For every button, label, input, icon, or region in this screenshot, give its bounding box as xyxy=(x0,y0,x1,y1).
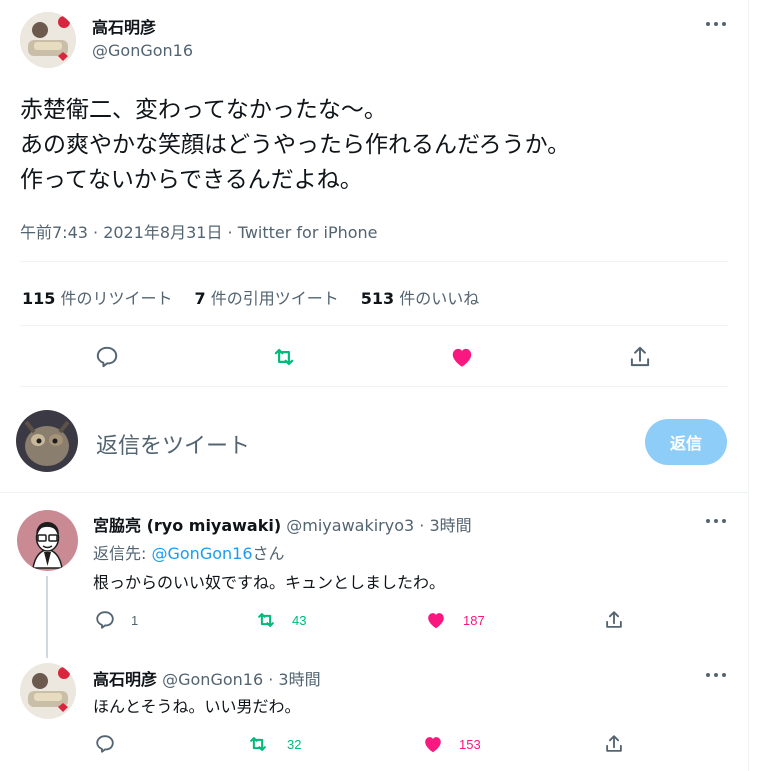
reply-author-avatar[interactable] xyxy=(17,510,78,571)
share-icon[interactable] xyxy=(627,343,653,371)
quotes-stat[interactable]: 7 件の引用ツイート xyxy=(195,285,339,309)
reply-header: 高石明彦 @GonGon16 · 3時間 xyxy=(93,666,321,690)
author-handle[interactable]: @GonGon16 xyxy=(92,41,193,60)
quotes-count: 7 xyxy=(194,289,206,308)
retweet-count: 32 xyxy=(287,737,302,752)
reply-to-handle[interactable]: @GonGon16 xyxy=(151,544,252,563)
reply-author-handle[interactable]: @GonGon16 xyxy=(162,670,263,689)
like-count: 153 xyxy=(459,737,481,752)
like-count: 187 xyxy=(463,613,485,628)
retweet-icon[interactable] xyxy=(254,609,278,631)
reply-to: 返信先: @GonGon16さん xyxy=(93,540,285,564)
reply-button[interactable]: 返信 xyxy=(645,419,727,465)
likes-count: 513 xyxy=(360,289,395,308)
tweet-text: 赤楚衛二、変わってなかったな〜。 あの爽やかな笑顔はどうやったら作れるんだろうか… xyxy=(20,93,740,198)
retweet-icon[interactable] xyxy=(246,733,270,755)
tweet-text-line: あの爽やかな笑顔はどうやったら作れるんだろうか。 xyxy=(20,132,571,158)
reply-icon[interactable] xyxy=(94,733,116,755)
reply-to-prefix: 返信先: xyxy=(93,544,152,563)
more-icon[interactable] xyxy=(706,519,726,525)
timeline-border xyxy=(748,0,749,771)
thread-line xyxy=(46,576,48,658)
divider xyxy=(20,261,728,262)
divider xyxy=(20,325,728,326)
like-icon[interactable] xyxy=(424,609,448,631)
tweet-text-line: 作ってないからできるんだよね。 xyxy=(20,167,363,193)
reply-author-handle[interactable]: @miyawakiryo3 xyxy=(286,516,414,535)
reply-header: 宮脇亮 (ryo miyawaki) @miyawakiryo3 · 3時間 xyxy=(93,512,472,536)
reply-icon[interactable] xyxy=(94,609,116,631)
reply-input[interactable]: 返信をツイート xyxy=(96,428,250,460)
retweets-count: 115 xyxy=(22,289,56,308)
divider xyxy=(20,386,728,387)
like-icon[interactable] xyxy=(448,344,476,370)
likes-label: 件のいいね xyxy=(394,289,480,308)
reply-icon[interactable] xyxy=(94,344,120,370)
reply-time[interactable]: · 3時間 xyxy=(414,516,471,535)
retweets-stat[interactable]: 115 件のリツイート xyxy=(22,285,173,309)
reply-button-label: 返信 xyxy=(669,434,702,453)
tweet-text-line: 赤楚衛二、変わってなかったな〜。 xyxy=(20,97,387,123)
divider xyxy=(0,492,748,493)
more-icon[interactable] xyxy=(706,22,726,28)
share-icon[interactable] xyxy=(603,608,625,632)
author-avatar[interactable] xyxy=(20,12,76,68)
reply-author-name[interactable]: 宮脇亮 (ryo miyawaki) xyxy=(93,516,281,535)
quotes-label: 件の引用ツイート xyxy=(205,289,339,308)
tweet-meta[interactable]: 午前7:43 · 2021年8月31日 · Twitter for iPhone xyxy=(20,219,378,243)
retweets-label: 件のリツイート xyxy=(55,289,173,308)
reply-text: ほんとそうね。いい男だわ。 xyxy=(93,697,301,716)
retweet-count: 43 xyxy=(292,613,307,628)
author-name[interactable]: 高石明彦 xyxy=(92,14,156,38)
my-avatar[interactable] xyxy=(16,410,78,472)
reply-author-avatar[interactable] xyxy=(20,663,76,719)
reply-text: 根っからのいい奴ですね。キュンとしましたわ。 xyxy=(93,573,446,592)
reply-author-name[interactable]: 高石明彦 xyxy=(93,670,157,689)
stats-row: 115 件のリツイート 7 件の引用ツイート 513 件のいいね xyxy=(22,285,479,309)
reply-count: 1 xyxy=(131,613,139,628)
like-icon[interactable] xyxy=(421,733,445,755)
more-icon[interactable] xyxy=(706,673,726,679)
share-icon[interactable] xyxy=(603,732,625,756)
reply-time[interactable]: · 3時間 xyxy=(263,670,320,689)
reply-to-suffix: さん xyxy=(252,544,285,563)
retweet-icon[interactable] xyxy=(270,344,298,370)
likes-stat[interactable]: 513 件のいいね xyxy=(361,285,480,309)
